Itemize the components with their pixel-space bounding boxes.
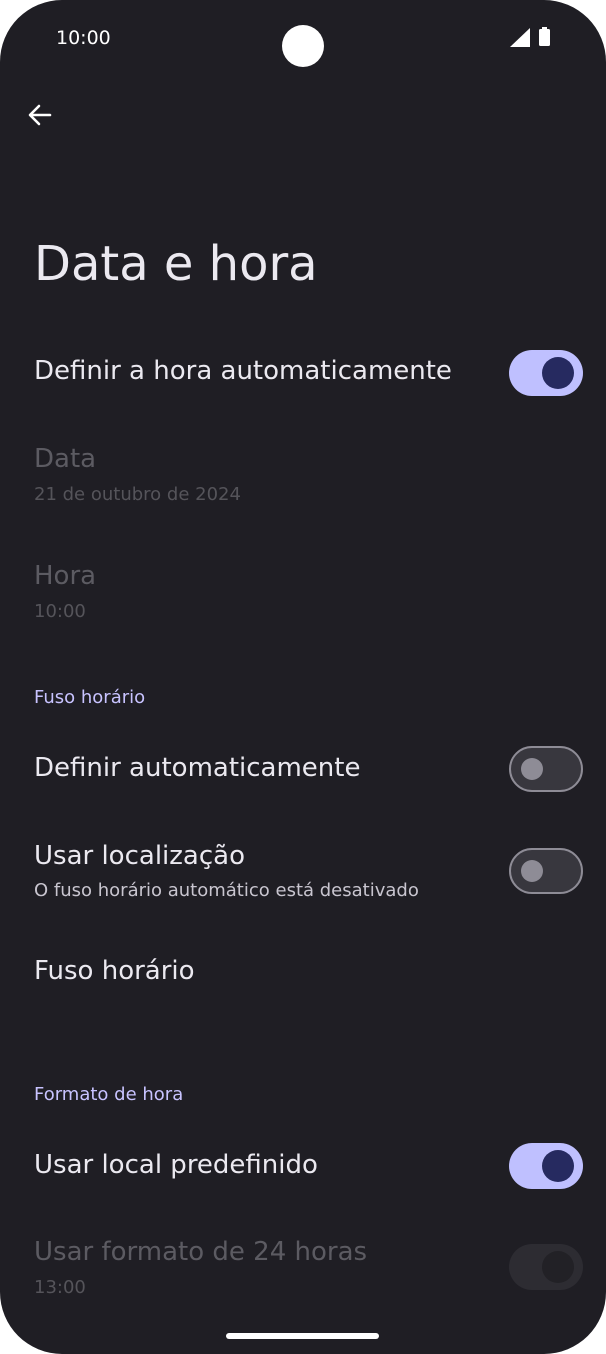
hour-value: 10:00 bbox=[34, 601, 86, 622]
auto-time-toggle[interactable] bbox=[509, 350, 583, 396]
date-value: 21 de outubro de 2024 bbox=[34, 484, 241, 505]
use-locale-default-toggle[interactable] bbox=[509, 1143, 583, 1189]
battery-icon bbox=[539, 27, 550, 46]
toggle-knob bbox=[521, 860, 543, 882]
auto-time-row[interactable]: Definir a hora automaticamente bbox=[0, 338, 606, 408]
timezone-label: Fuso horário bbox=[34, 956, 195, 986]
use-locale-default-row[interactable]: Usar local predefinido bbox=[0, 1131, 606, 1201]
status-bar: 10:00 bbox=[0, 0, 606, 80]
phone-screen: 10:00 Data e hora Definir a hora automat… bbox=[0, 0, 606, 1354]
auto-timezone-row[interactable]: Definir automaticamente bbox=[0, 734, 606, 804]
auto-time-label: Definir a hora automaticamente bbox=[34, 356, 452, 386]
use-24h-example: 13:00 bbox=[34, 1277, 86, 1298]
toggle-knob bbox=[542, 1150, 574, 1182]
status-time: 10:00 bbox=[56, 27, 111, 49]
use-location-label: Usar localização bbox=[34, 841, 245, 871]
time-format-section-header: Formato de hora bbox=[34, 1084, 184, 1105]
use-locale-default-label: Usar local predefinido bbox=[34, 1150, 318, 1180]
gesture-nav-bar[interactable] bbox=[226, 1333, 379, 1339]
use-24h-toggle bbox=[509, 1244, 583, 1290]
use-24h-row: Usar formato de 24 horas 13:00 bbox=[0, 1222, 606, 1310]
camera-cutout bbox=[282, 25, 324, 67]
auto-timezone-toggle[interactable] bbox=[509, 746, 583, 792]
arrow-back-icon[interactable] bbox=[24, 99, 56, 131]
hour-row: Hora 10:00 bbox=[0, 547, 606, 627]
use-location-row[interactable]: Usar localização O fuso horário automáti… bbox=[0, 826, 606, 914]
toggle-knob bbox=[521, 758, 543, 780]
toggle-knob bbox=[542, 357, 574, 389]
auto-timezone-label: Definir automaticamente bbox=[34, 753, 361, 783]
timezone-row[interactable]: Fuso horário bbox=[0, 940, 606, 1006]
timezone-section-header: Fuso horário bbox=[34, 687, 146, 708]
cell-signal-icon bbox=[510, 28, 530, 47]
use-location-summary: O fuso horário automático está desativad… bbox=[34, 880, 419, 901]
use-location-toggle[interactable] bbox=[509, 848, 583, 894]
use-24h-label: Usar formato de 24 horas bbox=[34, 1237, 368, 1267]
hour-label: Hora bbox=[34, 561, 97, 591]
page-title: Data e hora bbox=[34, 236, 318, 292]
toggle-knob bbox=[542, 1251, 574, 1283]
date-row: Data 21 de outubro de 2024 bbox=[0, 430, 606, 510]
date-label: Data bbox=[34, 444, 97, 474]
